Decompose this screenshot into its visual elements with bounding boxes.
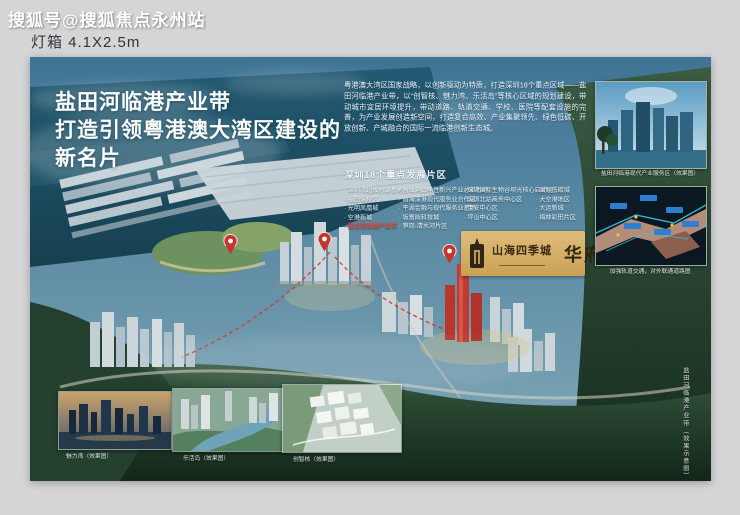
thumbnail-2-caption: 乐活岛（效果图） (151, 454, 261, 462)
sidebar-photo-1-caption: 盐田河临港现代产业服务区（效果图） (595, 169, 705, 177)
project-logo: 山海四季城 华府 (461, 231, 585, 276)
logo-script-line (499, 259, 545, 266)
thumbnail-meili-bay (58, 391, 172, 450)
zone-item: 笋岗-清水河片区 (399, 222, 488, 231)
zone-item: 深圳湾超级总部基地 (344, 186, 403, 195)
map-pin-icon (223, 234, 238, 254)
thumbnail-lehuo-island (172, 388, 292, 452)
main-title-line-2: 打造引领粤港澳大湾区建设的 (55, 117, 341, 145)
thumbnail-1-caption: 魅力湾（效果图） (34, 452, 144, 460)
billboard-image: 盐田河临港产业带 打造引领粤港澳大湾区建设的 新名片 粤港澳大湾区国家战略，以创… (30, 57, 711, 481)
vertical-caption: 盐田河临港产业带（效果示意图） (682, 367, 691, 481)
main-title: 盐田河临港产业带 打造引领粤港澳大湾区建设的 新名片 (55, 89, 341, 173)
zone-item: 光明凤凰城 (344, 204, 403, 213)
sidebar-photo-skyline (595, 81, 707, 169)
lightbox-size-label: 灯箱 4.1X2.5m (31, 31, 140, 52)
logo-emblem-icon (467, 238, 487, 270)
zone-item: 大空港地区 (536, 195, 576, 204)
zone-item: 梅林彩田片区 (536, 213, 576, 222)
zone-item: 空港新城 (344, 213, 403, 222)
zone-item-highlighted: 盐田河临港产业带 (344, 222, 403, 231)
thumbnail-chuangzhi-core (282, 384, 402, 453)
map-pin-icon (442, 244, 457, 264)
sidebar-photo-transit-map (595, 186, 707, 266)
thumbnail-3-caption: 创智核（效果图） (261, 455, 371, 463)
zone-column: 深圳湾超级总部基地 福田保税区 光明凤凰城 空港新城 盐田河临港产业带 (344, 186, 403, 231)
watermark: 搜狐号@搜狐焦点永州站 (8, 6, 206, 31)
zones-heading: 深圳18个重点发展片区 (344, 167, 618, 181)
zone-item: 国际低碳城 (536, 186, 576, 195)
zone-column: 国际低碳城 大空港地区 大运新城 梅林彩田片区 (536, 186, 576, 222)
intro-paragraph: 粤港澳大湾区国家战略，以创新驱动为特质，打造深圳18个重点区域——盐田河临港产业… (344, 81, 586, 135)
main-title-line-3: 新名片 (55, 145, 341, 173)
logo-name: 山海四季城 (492, 242, 552, 258)
map-pin-icon (317, 232, 332, 252)
sidebar-photo-2-caption: 加强轨道交通，对外联通道路图 (595, 267, 705, 275)
main-title-line-1: 盐田河临港产业带 (55, 89, 341, 117)
zone-item: 大运新城 (536, 204, 576, 213)
zone-item: 福田保税区 (344, 195, 403, 204)
poster-page: 搜狐号@搜狐焦点永州站 灯箱 4.1X2.5m (0, 0, 740, 515)
logo-name-block: 山海四季城 (492, 242, 552, 266)
